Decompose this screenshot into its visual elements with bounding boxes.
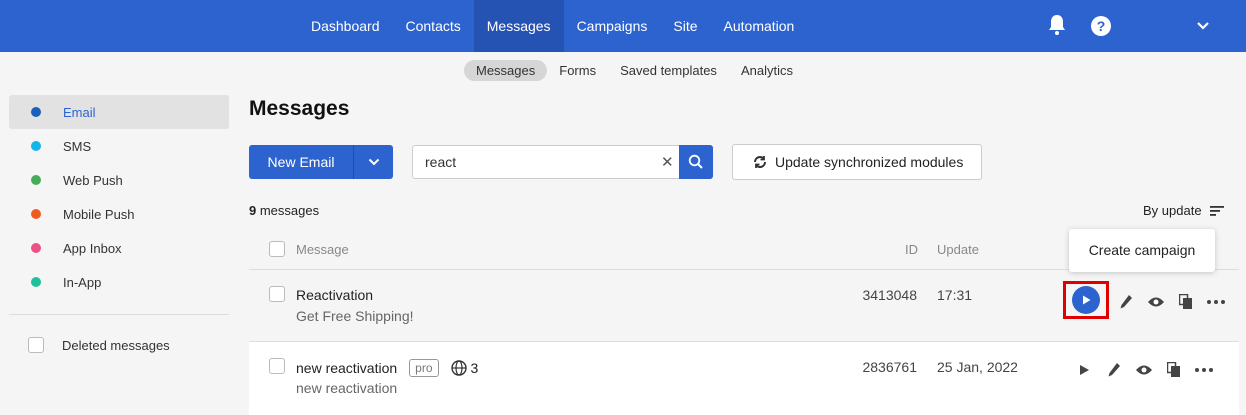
sort-label: By update	[1143, 203, 1202, 218]
channel-dot-icon	[31, 107, 41, 117]
message-count-suffix: messages	[256, 203, 320, 218]
sub-nav: Messages Forms Saved templates Analytics	[464, 60, 805, 81]
search-button[interactable]	[679, 145, 713, 179]
message-count: 9 messages	[249, 203, 319, 218]
column-update[interactable]: Update	[937, 242, 979, 257]
sync-icon	[754, 156, 766, 168]
copy-icon[interactable]	[1171, 291, 1201, 313]
sidebar-item-email[interactable]: Email	[9, 95, 229, 129]
nav-contacts[interactable]: Contacts	[393, 0, 474, 52]
channel-dot-icon	[31, 209, 41, 219]
top-navbar: Dashboard Contacts Messages Campaigns Si…	[0, 0, 1246, 52]
channel-dot-icon	[31, 175, 41, 185]
channel-dot-icon	[31, 141, 41, 151]
sort-icon	[1209, 205, 1224, 216]
new-email-button[interactable]: New Email	[249, 145, 393, 179]
sidebar-item-web-push[interactable]: Web Push	[9, 163, 229, 197]
message-id: 3413048	[862, 287, 917, 303]
subnav-messages[interactable]: Messages	[464, 60, 548, 81]
create-campaign-tooltip: Create campaign	[1069, 229, 1215, 272]
sidebar-item-mobile-push[interactable]: Mobile Push	[9, 197, 229, 231]
eye-icon[interactable]	[1141, 291, 1171, 313]
copy-icon[interactable]	[1159, 359, 1189, 381]
message-title-text[interactable]: new reactivation	[296, 360, 397, 376]
nav-dashboard[interactable]: Dashboard	[298, 0, 393, 52]
deleted-messages-label: Deleted messages	[62, 337, 170, 353]
message-subtitle: new reactivation	[296, 380, 398, 396]
pencil-icon[interactable]	[1111, 291, 1141, 313]
select-all-checkbox[interactable]	[269, 241, 285, 257]
sidebar-item-label: Email	[63, 104, 96, 120]
page-title: Messages	[249, 97, 350, 120]
play-icon[interactable]	[1069, 359, 1099, 381]
column-message[interactable]: Message	[296, 242, 349, 257]
table-row[interactable]: new reactivation pro 3 new reactivation …	[249, 341, 1239, 415]
message-update: 17:31	[937, 287, 973, 303]
table-row[interactable]: Reactivation Get Free Shipping! 3413048 …	[249, 269, 1239, 341]
update-modules-label: Update synchronized modules	[775, 154, 964, 170]
channel-dot-icon	[31, 277, 41, 287]
sidebar: Email SMS Web Push Mobile Push App Inbox…	[9, 95, 229, 299]
nav-site[interactable]: Site	[660, 0, 710, 52]
search-input[interactable]	[425, 154, 655, 170]
sidebar-item-label: Mobile Push	[63, 206, 135, 222]
sidebar-divider	[9, 314, 229, 315]
row-actions	[1063, 281, 1231, 319]
message-update: 25 Jan, 2022	[937, 359, 1018, 375]
chevron-down-icon[interactable]	[1195, 18, 1211, 34]
message-id: 2836761	[862, 359, 917, 375]
message-title[interactable]: Reactivation	[296, 287, 373, 303]
update-modules-button[interactable]: Update synchronized modules	[732, 144, 982, 180]
pro-badge: pro	[409, 359, 439, 377]
main-nav: Dashboard Contacts Messages Campaigns Si…	[298, 0, 807, 52]
close-icon[interactable]: ✕	[661, 153, 674, 171]
new-email-label[interactable]: New Email	[249, 145, 354, 179]
message-subtitle: Get Free Shipping!	[296, 308, 414, 324]
bell-icon[interactable]	[1047, 14, 1067, 36]
help-icon[interactable]: ?	[1091, 16, 1111, 36]
channel-dot-icon	[31, 243, 41, 253]
globe-icon	[450, 360, 467, 376]
nav-automation[interactable]: Automation	[711, 0, 808, 52]
row-checkbox[interactable]	[269, 286, 285, 302]
message-title-text[interactable]: Reactivation	[296, 287, 373, 303]
search-box: ✕	[412, 145, 713, 179]
nav-campaigns[interactable]: Campaigns	[564, 0, 661, 52]
sidebar-item-label: App Inbox	[63, 240, 122, 256]
deleted-messages-toggle[interactable]: Deleted messages	[28, 337, 170, 353]
sidebar-item-label: Web Push	[63, 172, 123, 188]
more-icon[interactable]	[1189, 359, 1219, 381]
row-actions	[1069, 359, 1219, 381]
pencil-icon[interactable]	[1099, 359, 1129, 381]
sidebar-item-label: SMS	[63, 138, 92, 154]
message-title[interactable]: new reactivation pro 3	[296, 359, 478, 377]
locales-count: 3	[450, 360, 479, 376]
play-icon[interactable]	[1072, 286, 1100, 314]
eye-icon[interactable]	[1129, 359, 1159, 381]
chevron-down-icon[interactable]	[354, 145, 393, 179]
sort-control[interactable]: By update	[1143, 203, 1224, 218]
locales-count-value: 3	[470, 360, 479, 376]
subnav-saved-templates[interactable]: Saved templates	[608, 60, 729, 81]
more-icon[interactable]	[1201, 291, 1231, 313]
subnav-analytics[interactable]: Analytics	[729, 60, 805, 81]
sidebar-item-sms[interactable]: SMS	[9, 129, 229, 163]
create-campaign-button[interactable]	[1063, 281, 1109, 319]
search-icon	[688, 154, 703, 169]
sidebar-item-app-inbox[interactable]: App Inbox	[9, 231, 229, 265]
column-id[interactable]: ID	[905, 242, 918, 257]
subnav-forms[interactable]: Forms	[547, 60, 608, 81]
deleted-messages-checkbox[interactable]	[28, 337, 44, 353]
nav-messages[interactable]: Messages	[473, 0, 564, 52]
row-checkbox[interactable]	[269, 358, 285, 374]
sidebar-item-label: In-App	[63, 274, 102, 290]
sidebar-item-in-app[interactable]: In-App	[9, 265, 229, 299]
